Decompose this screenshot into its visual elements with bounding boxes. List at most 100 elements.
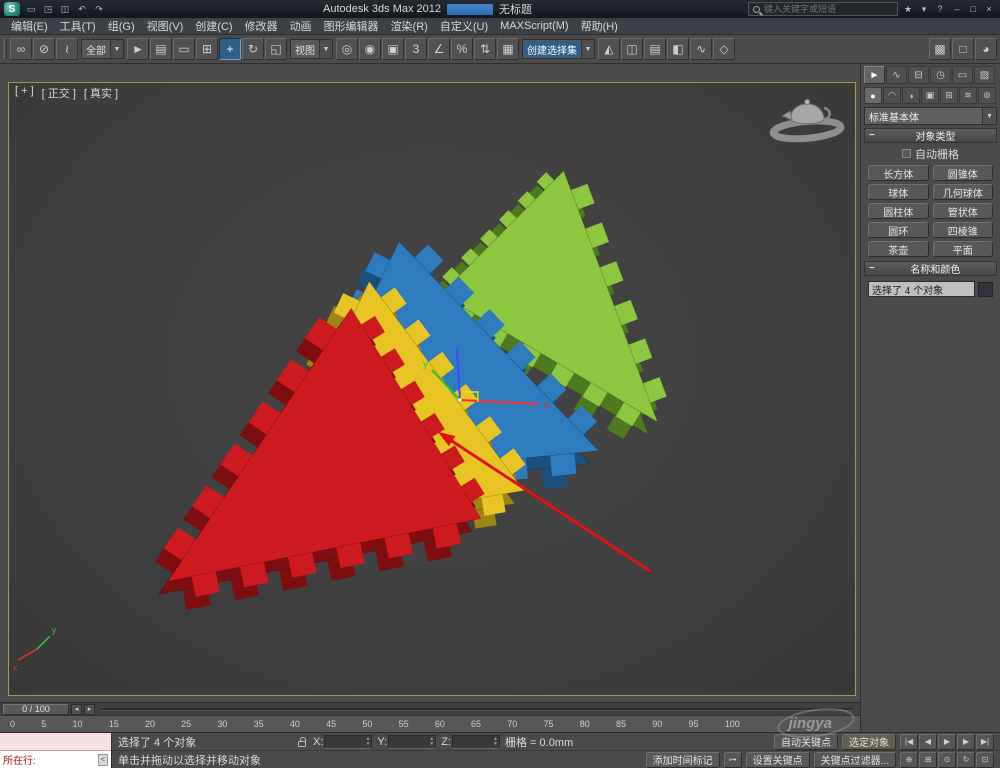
curve-editor-icon[interactable]: ∿ (690, 38, 712, 60)
viewcube-navigation-gizmo[interactable] (769, 98, 845, 143)
object-type-button[interactable]: 管状体 (932, 203, 993, 219)
unlink-selection-icon[interactable]: ⊘ (33, 38, 55, 60)
viewport-menu-shading[interactable]: [ 真实 ] (84, 85, 118, 101)
object-type-button[interactable]: 球体 (868, 184, 929, 200)
layer-manager-icon[interactable]: ▤ (644, 38, 666, 60)
zoom-icon[interactable]: ⊕ (900, 751, 918, 768)
graphite-ribbon-icon[interactable]: ◧ (667, 38, 689, 60)
minimize-icon[interactable]: – (950, 3, 964, 16)
menu-item[interactable]: 自定义(U) (435, 17, 493, 35)
menu-item[interactable]: 编辑(E) (6, 17, 53, 35)
reference-coordinate-dropdown[interactable]: 视图 ▼ (290, 39, 333, 59)
tab-utilities[interactable]: ▨ (974, 66, 995, 84)
maximize-icon[interactable]: □ (966, 3, 980, 16)
tab-create[interactable]: ► (864, 66, 885, 84)
maximize-viewport-icon[interactable]: ⊡ (976, 751, 994, 768)
menu-item[interactable]: 修改器 (240, 17, 283, 35)
object-type-button[interactable]: 圆柱体 (868, 203, 929, 219)
perspective-viewport[interactable]: [ + ] [ 正交 ] [ 真实 ] xyxy (8, 82, 856, 696)
edit-named-sets-icon[interactable]: ▦ (497, 38, 519, 60)
menu-item[interactable]: 组(G) (103, 17, 140, 35)
select-by-name-icon[interactable]: ▤ (150, 38, 172, 60)
help-icon[interactable]: ? (933, 3, 947, 16)
menu-item[interactable]: 渲染(R) (386, 17, 433, 35)
next-frame-icon[interactable]: ▶ (957, 733, 975, 750)
subtab-geometry[interactable]: ● (864, 87, 882, 104)
object-type-button[interactable]: 几何球体 (932, 184, 993, 200)
select-and-scale-icon[interactable]: ◱ (265, 38, 287, 60)
go-to-end-icon[interactable]: ▶| (976, 733, 994, 750)
spinner-snap-icon[interactable]: ⇅ (474, 38, 496, 60)
close-icon[interactable]: × (982, 3, 996, 16)
object-type-button[interactable]: 四棱锥 (932, 222, 993, 238)
mirror-icon[interactable]: ◭ (598, 38, 620, 60)
search-icon[interactable] (753, 5, 760, 13)
object-color-swatch[interactable] (978, 281, 993, 297)
infocenter-star-icon[interactable]: ★ (901, 3, 915, 16)
viewport-menu-general[interactable]: [ + ] (15, 85, 34, 101)
object-type-button[interactable]: 圆环 (868, 222, 929, 238)
chevron-down-icon[interactable]: ▼ (581, 40, 594, 58)
tab-display[interactable]: ▭ (952, 66, 973, 84)
set-key-icon[interactable]: ⊶ (723, 751, 742, 768)
keyboard-override-icon[interactable]: ▣ (382, 38, 404, 60)
undo-icon[interactable]: ↶ (74, 2, 90, 16)
chevron-down-icon[interactable]: ▼ (110, 40, 123, 58)
y-coordinate-field[interactable]: ▲ ▼ (388, 734, 437, 749)
object-type-button[interactable]: 平面 (932, 241, 993, 257)
object-name-field[interactable]: 选择了 4 个对象 (868, 281, 975, 297)
bind-to-space-warp-icon[interactable]: ≀ (56, 38, 78, 60)
3dsmax-logo-icon[interactable]: S (4, 2, 20, 16)
subtab-cameras[interactable]: ▣ (921, 87, 939, 104)
add-time-tag-button[interactable]: 添加时间标记 (645, 751, 720, 768)
object-type-button[interactable]: 圆锥体 (932, 165, 993, 181)
select-and-manipulate-icon[interactable]: ◉ (359, 38, 381, 60)
tab-motion[interactable]: ◷ (930, 66, 951, 84)
viewport-menu-pov[interactable]: [ 正交 ] (42, 85, 76, 101)
macro-recorder-field[interactable] (0, 733, 111, 751)
object-type-button[interactable]: 茶壶 (868, 241, 929, 257)
menu-item[interactable]: MAXScript(M) (495, 19, 573, 33)
menu-item[interactable]: 创建(C) (190, 17, 237, 35)
collapse-icon[interactable]: − (869, 130, 875, 141)
align-icon[interactable]: ◫ (621, 38, 643, 60)
open-file-icon[interactable]: ◳ (40, 2, 56, 16)
autogrid-checkbox[interactable] (902, 149, 911, 158)
select-and-link-icon[interactable]: ∞ (10, 38, 32, 60)
snap-toggle-icon[interactable]: 3 (405, 38, 427, 60)
previous-frame-icon[interactable]: ◀ (919, 733, 937, 750)
rollout-name-color[interactable]: − 名称和颜色 (864, 261, 997, 276)
play-icon[interactable]: ▶ (938, 733, 956, 750)
rollout-object-type[interactable]: − 对象类型 (864, 128, 997, 143)
go-to-start-icon[interactable]: |◀ (900, 733, 918, 750)
selection-lock-icon[interactable] (298, 736, 306, 747)
save-file-icon[interactable]: ◫ (57, 2, 73, 16)
orbit-icon[interactable]: ↻ (957, 751, 975, 768)
render-production-icon[interactable]: ◕ (975, 38, 997, 60)
key-filters-button[interactable]: 关键点过滤器... (813, 751, 896, 768)
schematic-view-icon[interactable]: ◇ (713, 38, 735, 60)
chevron-down-icon[interactable]: ▼ (982, 108, 996, 124)
pan-icon[interactable]: ⊙ (938, 751, 956, 768)
select-and-move-icon[interactable]: + (219, 38, 241, 60)
selection-filter-dropdown[interactable]: 全部 ▼ (81, 39, 124, 59)
window-crossing-icon[interactable]: ⊞ (196, 38, 218, 60)
search-input[interactable] (764, 4, 882, 14)
menu-item[interactable]: 工具(T) (55, 17, 101, 35)
primitive-category-dropdown[interactable]: 标准基本体 ▼ (864, 107, 997, 125)
x-coordinate-field[interactable]: ▲ ▼ (324, 734, 373, 749)
named-selection-sets-dropdown[interactable]: 创建选择集 ▼ (522, 39, 595, 59)
angle-snap-icon[interactable]: ∠ (428, 38, 450, 60)
tab-modify[interactable]: ∿ (886, 66, 907, 84)
object-type-button[interactable]: 长方体 (868, 165, 929, 181)
rectangular-selection-region-icon[interactable]: ▭ (173, 38, 195, 60)
scene-canvas[interactable]: xyxy (9, 83, 855, 695)
subtab-spacewarps[interactable]: ≋ (959, 87, 977, 104)
toolbar-grip[interactable] (3, 39, 7, 59)
subtab-shapes[interactable]: ◠ (883, 87, 901, 104)
listener-field[interactable]: 所在行: < (0, 751, 111, 768)
zoom-extents-icon[interactable]: ⊞ (919, 751, 937, 768)
menu-item[interactable]: 帮助(H) (576, 17, 623, 35)
set-key-button[interactable]: 设置关键点 (745, 751, 810, 768)
chevron-down-icon[interactable]: ▼ (319, 40, 332, 58)
